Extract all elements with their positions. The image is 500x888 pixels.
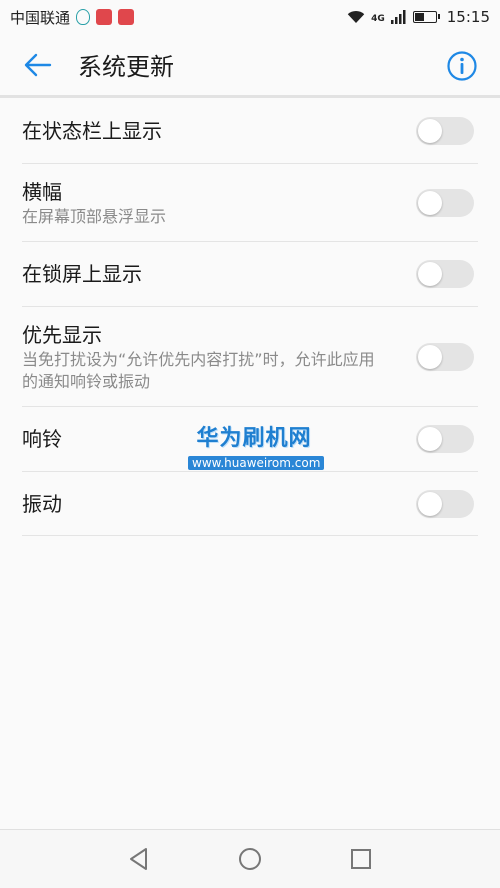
toggle-knob [418,190,442,215]
toggle-knob [418,427,442,451]
setting-title: 振动 [22,491,62,516]
settings-list: 在状态栏上显示 横幅 在屏幕顶部悬浮显示 在锁屏上显示 优先显示 当免打扰设为“… [22,98,478,536]
setting-show-on-lock-screen[interactable]: 在锁屏上显示 [22,242,478,307]
nav-back-button[interactable] [122,842,156,876]
toggle-switch[interactable] [416,116,474,145]
toggle-knob [418,262,442,286]
navigation-bar [0,829,500,888]
nav-recent-icon [351,849,371,869]
app-notification-icon [96,9,113,25]
setting-title: 在状态栏上显示 [22,118,162,143]
setting-title: 响铃 [22,427,62,451]
setting-text: 在状态栏上显示 [22,117,478,145]
wifi-icon [347,10,365,23]
app-notification-icon [118,9,135,25]
setting-text: 响铃 [22,425,478,453]
page-title: 系统更新 [78,53,174,81]
toggle-switch[interactable] [416,425,474,453]
toggle-switch[interactable] [416,188,474,217]
toggle-switch[interactable] [416,342,474,371]
carrier-name: 中国联通 [10,8,71,27]
setting-show-in-status-bar[interactable]: 在状态栏上显示 [22,98,478,164]
status-left: 中国联通 [10,7,135,28]
info-button[interactable] [446,50,478,82]
network-type: 4G [371,14,385,24]
qq-icon [76,9,91,25]
setting-text: 在锁屏上显示 [22,260,478,288]
setting-text: 横幅 在屏幕顶部悬浮显示 [22,178,478,228]
arrow-left-icon [24,53,52,76]
clock: 15:15 [446,8,490,26]
setting-subtitle: 在屏幕顶部悬浮显示 [22,206,167,226]
setting-banner[interactable]: 横幅 在屏幕顶部悬浮显示 [22,164,478,242]
setting-vibration[interactable]: 振动 [22,472,478,536]
status-bar: 中国联通 4G 15:15 [0,0,500,34]
setting-ringtone[interactable]: 响铃 [22,407,478,472]
toggle-knob [418,344,442,369]
nav-home-button[interactable] [233,842,267,876]
setting-subtitle: 当免打扰设为“允许优先内容打扰”时，允许此应用的通知响铃或振动 [22,349,375,391]
back-button[interactable] [18,45,58,85]
status-right: 4G 15:15 [347,8,490,26]
toggle-switch[interactable] [416,260,474,288]
toggle-switch[interactable] [416,489,474,518]
setting-title: 优先显示 [22,322,102,347]
nav-back-icon [130,848,147,870]
battery-icon [412,11,440,23]
setting-title: 横幅 [22,179,62,204]
info-icon [447,51,477,81]
signal-icon [390,10,406,24]
toggle-knob [418,118,442,143]
nav-home-icon [239,848,261,870]
setting-text: 优先显示 当免打扰设为“允许优先内容打扰”时，允许此应用的通知响铃或振动 [22,321,478,393]
setting-title: 在锁屏上显示 [22,262,142,286]
nav-recent-button[interactable] [344,842,378,876]
setting-text: 振动 [22,490,478,518]
app-bar: 系统更新 [0,34,500,98]
setting-priority-display[interactable]: 优先显示 当免打扰设为“允许优先内容打扰”时，允许此应用的通知响铃或振动 [22,307,478,407]
toggle-knob [418,491,442,516]
